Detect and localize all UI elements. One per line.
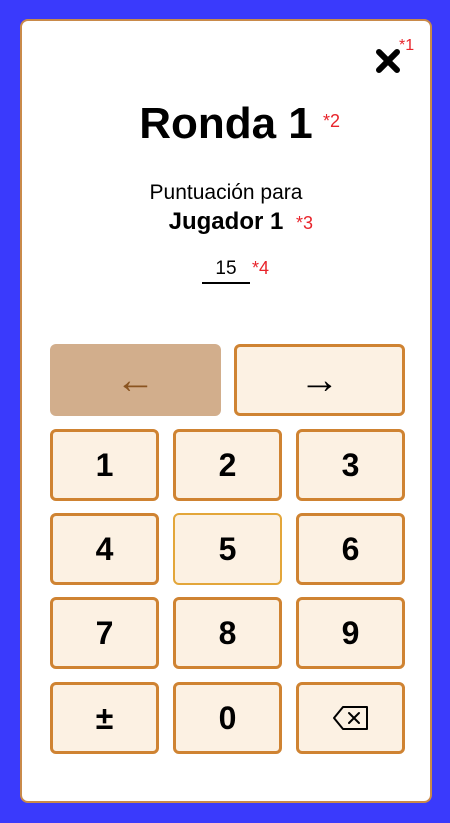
backspace-icon xyxy=(332,706,368,730)
score-prompt-label: Puntuación para xyxy=(149,181,303,204)
player-annotation: *3 xyxy=(296,213,314,233)
previous-player-button[interactable]: ← xyxy=(50,344,221,416)
round-annotation: *2 xyxy=(323,111,341,131)
score-annotation: *4 xyxy=(252,258,270,278)
key-2-button[interactable]: 2 xyxy=(173,429,282,501)
next-player-button[interactable]: → xyxy=(234,344,405,416)
score-entry-dialog: *1 Ronda 1 *2 Puntuación para Jugador 1 … xyxy=(20,19,432,803)
key-4-button[interactable]: 4 xyxy=(50,513,159,585)
round-title: Ronda 1 xyxy=(139,99,313,148)
score-input[interactable]: 15 xyxy=(202,258,250,284)
round-title-row: Ronda 1 xyxy=(22,99,430,149)
key-1-button[interactable]: 1 xyxy=(50,429,159,501)
key-6-button[interactable]: 6 xyxy=(296,513,405,585)
key-5-button[interactable]: 5 xyxy=(173,513,282,585)
key-0-button[interactable]: 0 xyxy=(173,682,282,754)
key-3-button[interactable]: 3 xyxy=(296,429,405,501)
player-name: Jugador 1 xyxy=(168,208,284,235)
backspace-button[interactable] xyxy=(296,682,405,754)
key-7-button[interactable]: 7 xyxy=(50,597,159,669)
sign-toggle-button[interactable]: ± xyxy=(50,682,159,754)
key-8-button[interactable]: 8 xyxy=(173,597,282,669)
key-9-button[interactable]: 9 xyxy=(296,597,405,669)
close-annotation: *1 xyxy=(399,37,415,54)
